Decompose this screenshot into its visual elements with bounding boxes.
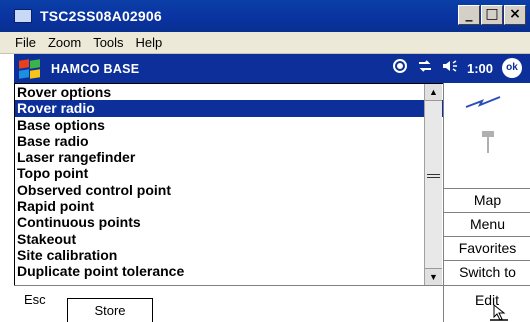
- menu-button[interactable]: Menu: [444, 212, 530, 236]
- list-item[interactable]: Base options: [15, 117, 443, 133]
- menu-help[interactable]: Help: [136, 35, 163, 50]
- list-item[interactable]: Rapid point: [15, 198, 443, 214]
- menu-file[interactable]: File: [15, 35, 36, 50]
- tripod-icon: [482, 131, 494, 153]
- list-item[interactable]: Base radio: [15, 133, 443, 149]
- menu-zoom[interactable]: Zoom: [48, 35, 81, 50]
- taskbar-status-icons: 1:00 ok: [392, 58, 522, 78]
- store-button[interactable]: Store: [67, 298, 153, 322]
- scroll-thumb[interactable]: [427, 174, 440, 178]
- switch-to-button[interactable]: Switch to: [444, 260, 530, 284]
- list-item[interactable]: Stakeout: [15, 231, 443, 247]
- map-button[interactable]: Map: [444, 188, 530, 212]
- window-title: TSC2SS08A02906: [40, 8, 162, 24]
- switch-to-button-label: Switch to: [459, 264, 516, 280]
- mouse-cursor-icon: [490, 303, 508, 321]
- list-item[interactable]: Site calibration: [15, 247, 443, 263]
- favorites-button-label: Favorites: [458, 240, 517, 256]
- menu-tools[interactable]: Tools: [93, 35, 123, 50]
- list-scrollbar[interactable]: ▲ ▼: [424, 84, 442, 285]
- bottom-softkey-bar: Esc Store Edit: [14, 285, 530, 322]
- list-item[interactable]: Continuous points: [15, 214, 443, 230]
- job-title: HAMCO BASE: [51, 61, 140, 76]
- favorites-button[interactable]: Favorites: [444, 236, 530, 260]
- close-button[interactable]: ×: [504, 5, 526, 25]
- options-list: Rover options Rover radio Base options B…: [14, 83, 443, 285]
- scroll-up-arrow-icon[interactable]: ▲: [425, 84, 442, 101]
- window-title-bar: TSC2SS08A02906 _ □ ×: [0, 0, 530, 32]
- device-taskbar: HAMCO BASE 1:00 ok: [14, 54, 530, 83]
- sync-icon[interactable]: [392, 58, 408, 78]
- clock-time[interactable]: 1:00: [467, 61, 493, 76]
- volume-icon[interactable]: [442, 59, 458, 77]
- side-panel: Map Menu Favorites Switch to: [443, 83, 530, 285]
- maximize-button[interactable]: □: [481, 5, 503, 25]
- satellite-icon: [465, 96, 501, 108]
- menu-button-label: Menu: [469, 216, 506, 232]
- esc-button[interactable]: Esc: [14, 286, 59, 322]
- minimize-button[interactable]: _: [458, 5, 480, 25]
- map-button-label: Map: [473, 192, 502, 208]
- list-item-selected[interactable]: Rover radio: [15, 100, 443, 117]
- start-flag-icon[interactable]: [17, 58, 41, 79]
- ok-button[interactable]: ok: [502, 58, 522, 78]
- connectivity-icon[interactable]: [417, 59, 433, 77]
- scroll-down-arrow-icon[interactable]: ▼: [425, 268, 442, 285]
- list-item[interactable]: Observed control point: [15, 182, 443, 198]
- list-item[interactable]: Laser rangefinder: [15, 149, 443, 165]
- window-controls: _ □ ×: [458, 5, 526, 25]
- list-item[interactable]: Rover options: [15, 84, 443, 100]
- edit-button[interactable]: Edit: [443, 286, 530, 322]
- menu-bar: File Zoom Tools Help: [0, 32, 530, 54]
- app-window-icon: [14, 9, 32, 23]
- list-item[interactable]: Duplicate point tolerance: [15, 263, 443, 279]
- list-item[interactable]: Topo point: [15, 165, 443, 181]
